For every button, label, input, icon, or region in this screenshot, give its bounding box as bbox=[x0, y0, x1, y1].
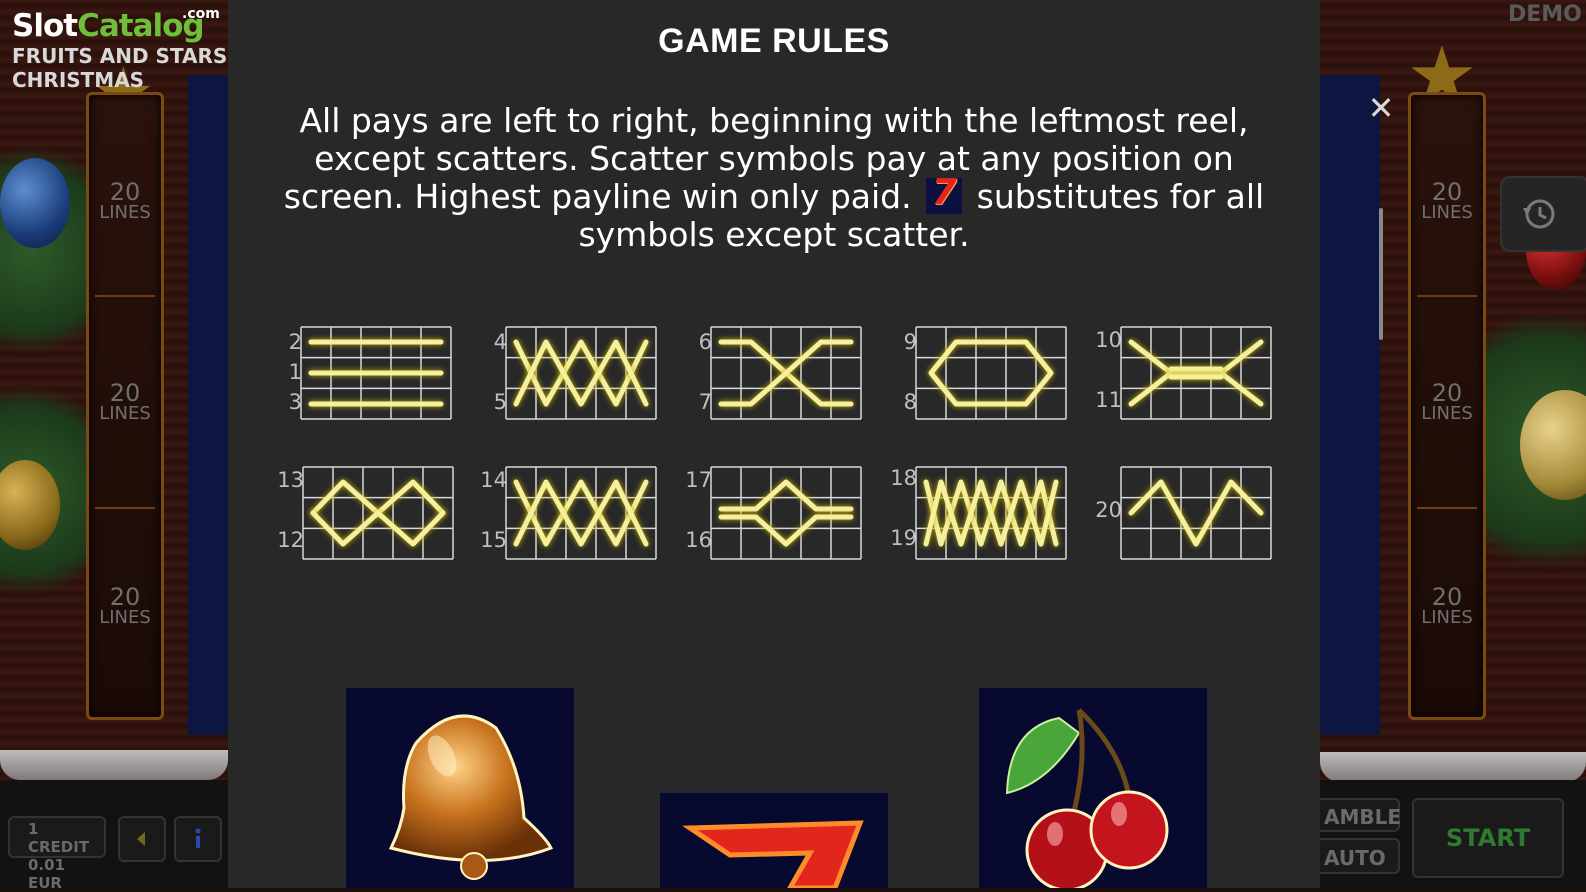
payline-number: 19 bbox=[890, 526, 917, 550]
reel-strip bbox=[1320, 75, 1380, 735]
seven-symbol bbox=[660, 793, 888, 888]
payline-number: 12 bbox=[277, 528, 304, 552]
payline-grid bbox=[1120, 466, 1272, 560]
payline-number: 8 bbox=[903, 390, 917, 414]
auto-button[interactable]: AUTO bbox=[1310, 838, 1400, 874]
payline-diagram: 98 bbox=[904, 326, 1105, 420]
payline-number: 15 bbox=[480, 528, 507, 552]
bell-symbol bbox=[346, 688, 574, 888]
credit-value: 0.01 EUR bbox=[28, 856, 66, 892]
info-icon bbox=[195, 828, 201, 848]
payline-diagram: 14 15 bbox=[480, 466, 695, 560]
payline-number: 1 bbox=[288, 360, 302, 384]
lines-indicator: 20 LINES bbox=[99, 178, 151, 223]
gamble-button[interactable]: AMBLE bbox=[1310, 798, 1401, 832]
sound-button[interactable] bbox=[118, 816, 166, 862]
payline-grid bbox=[505, 466, 657, 560]
lines-indicator: 20 LINES bbox=[99, 379, 151, 424]
game-title-line2: CHRISTMAS bbox=[12, 68, 145, 92]
payline-diagram: 17 16 bbox=[685, 466, 900, 560]
close-icon: ✕ bbox=[1367, 89, 1395, 127]
history-icon bbox=[1523, 199, 1555, 229]
payline-number: 2 bbox=[288, 330, 302, 354]
payline-grid bbox=[710, 326, 862, 420]
info-button[interactable] bbox=[174, 816, 222, 862]
payline-number: 7 bbox=[698, 390, 712, 414]
payline-grid bbox=[302, 466, 454, 560]
reel-strip bbox=[188, 75, 228, 735]
lines-indicator: 20 LINES bbox=[1421, 178, 1473, 223]
game-title-line1: FRUITS AND STARS bbox=[12, 44, 228, 68]
payline-diagram: 2 1 3 bbox=[289, 326, 490, 420]
payline-number: 6 bbox=[698, 330, 712, 354]
game-rules-modal: GAME RULES All pays are left to right, b… bbox=[228, 0, 1320, 888]
slotcatalog-logo: SlotCatalog .com FRUITS AND STARS CHRIST… bbox=[12, 6, 228, 92]
payline-number: 13 bbox=[277, 468, 304, 492]
payline-grid bbox=[915, 326, 1067, 420]
payline-number: 5 bbox=[493, 390, 507, 414]
payline-grid bbox=[505, 326, 657, 420]
payline-grid bbox=[710, 466, 862, 560]
close-button[interactable]: ✕ bbox=[1366, 92, 1396, 124]
left-game-panel: ★ 20LINES 20LINES 20LINES 1 CREDIT 0.01 … bbox=[0, 0, 228, 892]
payline-number: 4 bbox=[493, 330, 507, 354]
payline-diagram: 18 19 bbox=[890, 466, 1105, 560]
payline-diagram: 20 bbox=[1095, 466, 1310, 560]
payline-number: 16 bbox=[685, 528, 712, 552]
payline-grid bbox=[300, 326, 452, 420]
speaker-icon bbox=[137, 832, 145, 846]
lines-indicator: 20 LINES bbox=[1421, 583, 1473, 628]
demo-label: DEMO bbox=[1508, 2, 1582, 27]
snow-ledge bbox=[1320, 752, 1586, 782]
lines-indicator: 20 LINES bbox=[99, 583, 151, 628]
payline-number: 14 bbox=[480, 468, 507, 492]
payline-number: 10 bbox=[1095, 328, 1122, 352]
rules-paragraph: All pays are left to right, beginning wi… bbox=[268, 102, 1280, 254]
payline-diagram: 13 12 bbox=[277, 466, 492, 560]
seven-symbol-icon: 7 bbox=[926, 174, 963, 214]
payline-diagram: 10 11 bbox=[1095, 326, 1310, 420]
payline-number: 18 bbox=[890, 466, 917, 490]
credit-display[interactable]: 1 CREDIT 0.01 EUR bbox=[8, 816, 106, 892]
payline-diagram: 67 bbox=[699, 326, 900, 420]
payline-number: 9 bbox=[903, 330, 917, 354]
scrollbar-thumb[interactable] bbox=[1379, 208, 1383, 340]
start-button[interactable]: START bbox=[1412, 798, 1564, 878]
payline-number: 3 bbox=[288, 390, 302, 414]
payline-number: 20 bbox=[1095, 498, 1122, 522]
payline-number: 11 bbox=[1095, 388, 1122, 412]
credit-label: 1 CREDIT bbox=[28, 820, 90, 856]
blue-ornament bbox=[0, 158, 70, 248]
modal-title: GAME RULES bbox=[658, 22, 890, 60]
payline-grid bbox=[1120, 326, 1272, 420]
right-game-panel: ★ 20 LINES 20 LINES 20 LINES DEMO AMBLE AUT… bbox=[1310, 0, 1586, 888]
history-button[interactable] bbox=[1500, 176, 1586, 252]
payline-grid bbox=[915, 466, 1067, 560]
snow-ledge bbox=[0, 750, 228, 780]
payline-diagram: 45 bbox=[494, 326, 695, 420]
lines-indicator: 20 LINES bbox=[1421, 379, 1473, 424]
pine-branch bbox=[0, 120, 100, 380]
payline-path bbox=[928, 339, 1054, 407]
payline-number: 17 bbox=[685, 468, 712, 492]
cherry-symbol bbox=[979, 688, 1207, 888]
